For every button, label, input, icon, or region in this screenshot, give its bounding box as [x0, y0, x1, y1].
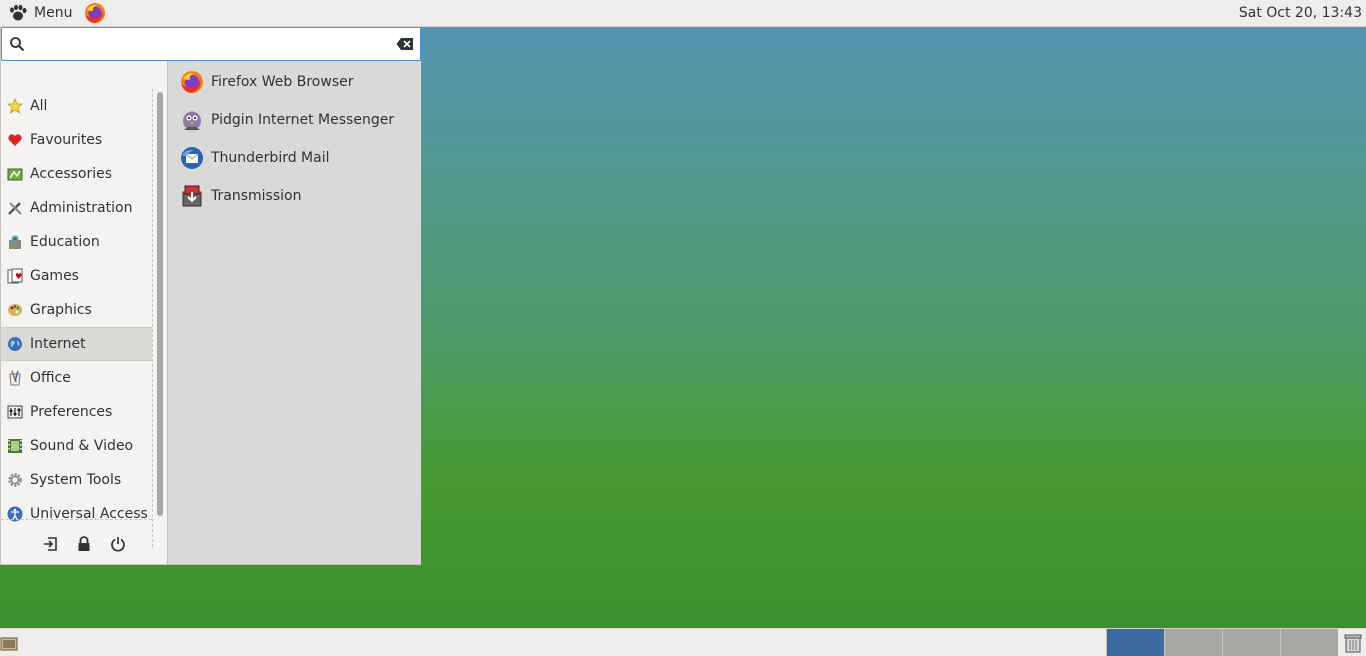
- firefox-icon: [180, 70, 204, 94]
- menu-label: Menu: [34, 5, 73, 21]
- top-panel: Menu Sat Oct 20, 13:43: [0, 0, 1366, 27]
- pidgin-icon: [180, 108, 204, 132]
- separator: [1, 519, 152, 520]
- firefox-icon: [85, 3, 106, 23]
- gnome-foot-icon: [10, 4, 27, 21]
- app-label: Firefox Web Browser: [211, 74, 354, 90]
- lock-icon[interactable]: [76, 536, 92, 552]
- category-label: Administration: [30, 200, 133, 216]
- category-education[interactable]: Education: [1, 225, 152, 259]
- globe-icon: [6, 336, 23, 353]
- app-pidgin[interactable]: Pidgin Internet Messenger: [168, 101, 421, 139]
- app-firefox[interactable]: Firefox Web Browser: [168, 63, 421, 101]
- category-administration[interactable]: Administration: [1, 191, 152, 225]
- accessories-icon: [6, 166, 23, 183]
- category-label: Favourites: [30, 132, 103, 148]
- app-transmission[interactable]: Transmission: [168, 177, 421, 215]
- category-sound-video[interactable]: Sound & Video: [1, 429, 152, 463]
- category-label: Graphics: [30, 302, 92, 318]
- search-icon: [10, 37, 25, 52]
- film-icon: [6, 438, 23, 455]
- scrollbar-thumb[interactable]: [157, 92, 163, 516]
- clock[interactable]: Sat Oct 20, 13:43: [1239, 0, 1362, 27]
- category-label: Internet: [30, 336, 86, 352]
- category-internet[interactable]: Internet: [1, 327, 152, 361]
- application-menu: All Favourites Accessories Administratio…: [0, 27, 421, 565]
- star-icon: [6, 98, 23, 115]
- category-favourites[interactable]: Favourites: [1, 123, 152, 157]
- workspace-4[interactable]: [1280, 629, 1338, 656]
- category-label: Sound & Video: [30, 438, 134, 454]
- category-label: Accessories: [30, 166, 113, 182]
- application-list: Firefox Web Browser Pidgin Internet Mess…: [167, 61, 421, 564]
- app-label: Thunderbird Mail: [211, 150, 330, 166]
- category-office[interactable]: Office: [1, 361, 152, 395]
- office-icon: [6, 370, 23, 387]
- palette-icon: [6, 302, 23, 319]
- games-icon: ♥: [6, 268, 23, 285]
- category-games[interactable]: ♥ Games: [1, 259, 152, 293]
- session-actions: [1, 529, 166, 559]
- category-label: Education: [30, 234, 100, 250]
- power-icon[interactable]: [110, 536, 126, 552]
- category-universal-access[interactable]: Universal Access: [1, 497, 152, 531]
- category-label: System Tools: [30, 472, 122, 488]
- bottom-panel: [0, 628, 1366, 656]
- category-label: Office: [30, 370, 71, 386]
- workspace-switcher: [1106, 629, 1338, 656]
- app-thunderbird[interactable]: Thunderbird Mail: [168, 139, 421, 177]
- tools-icon: [6, 200, 23, 217]
- gear-icon: [6, 472, 23, 489]
- transmission-icon: [180, 184, 204, 208]
- category-list: All Favourites Accessories Administratio…: [1, 89, 152, 531]
- category-preferences[interactable]: Preferences: [1, 395, 152, 429]
- app-label: Transmission: [211, 188, 302, 204]
- app-label: Pidgin Internet Messenger: [211, 112, 395, 128]
- svg-text:♥: ♥: [15, 272, 22, 281]
- category-scrollbar[interactable]: [152, 89, 165, 547]
- heart-icon: [6, 132, 23, 149]
- clear-search-icon[interactable]: [396, 37, 414, 51]
- category-graphics[interactable]: Graphics: [1, 293, 152, 327]
- category-label: All: [30, 98, 48, 114]
- menu-button[interactable]: Menu: [0, 0, 80, 27]
- category-all[interactable]: All: [1, 89, 152, 123]
- category-system-tools[interactable]: System Tools: [1, 463, 152, 497]
- education-icon: [6, 234, 23, 251]
- trash-icon[interactable]: [1342, 632, 1364, 654]
- category-label: Preferences: [30, 404, 113, 420]
- logout-icon[interactable]: [42, 536, 58, 552]
- firefox-launcher[interactable]: [82, 0, 108, 26]
- workspace-1[interactable]: [1106, 629, 1164, 656]
- thunderbird-icon: [180, 146, 204, 170]
- show-desktop-icon[interactable]: [0, 634, 18, 652]
- workspace-2[interactable]: [1164, 629, 1222, 656]
- search-box[interactable]: [1, 27, 421, 61]
- workspace-3[interactable]: [1222, 629, 1280, 656]
- category-label: Games: [30, 268, 79, 284]
- category-accessories[interactable]: Accessories: [1, 157, 152, 191]
- preferences-icon: [6, 404, 23, 421]
- search-input[interactable]: [30, 29, 396, 59]
